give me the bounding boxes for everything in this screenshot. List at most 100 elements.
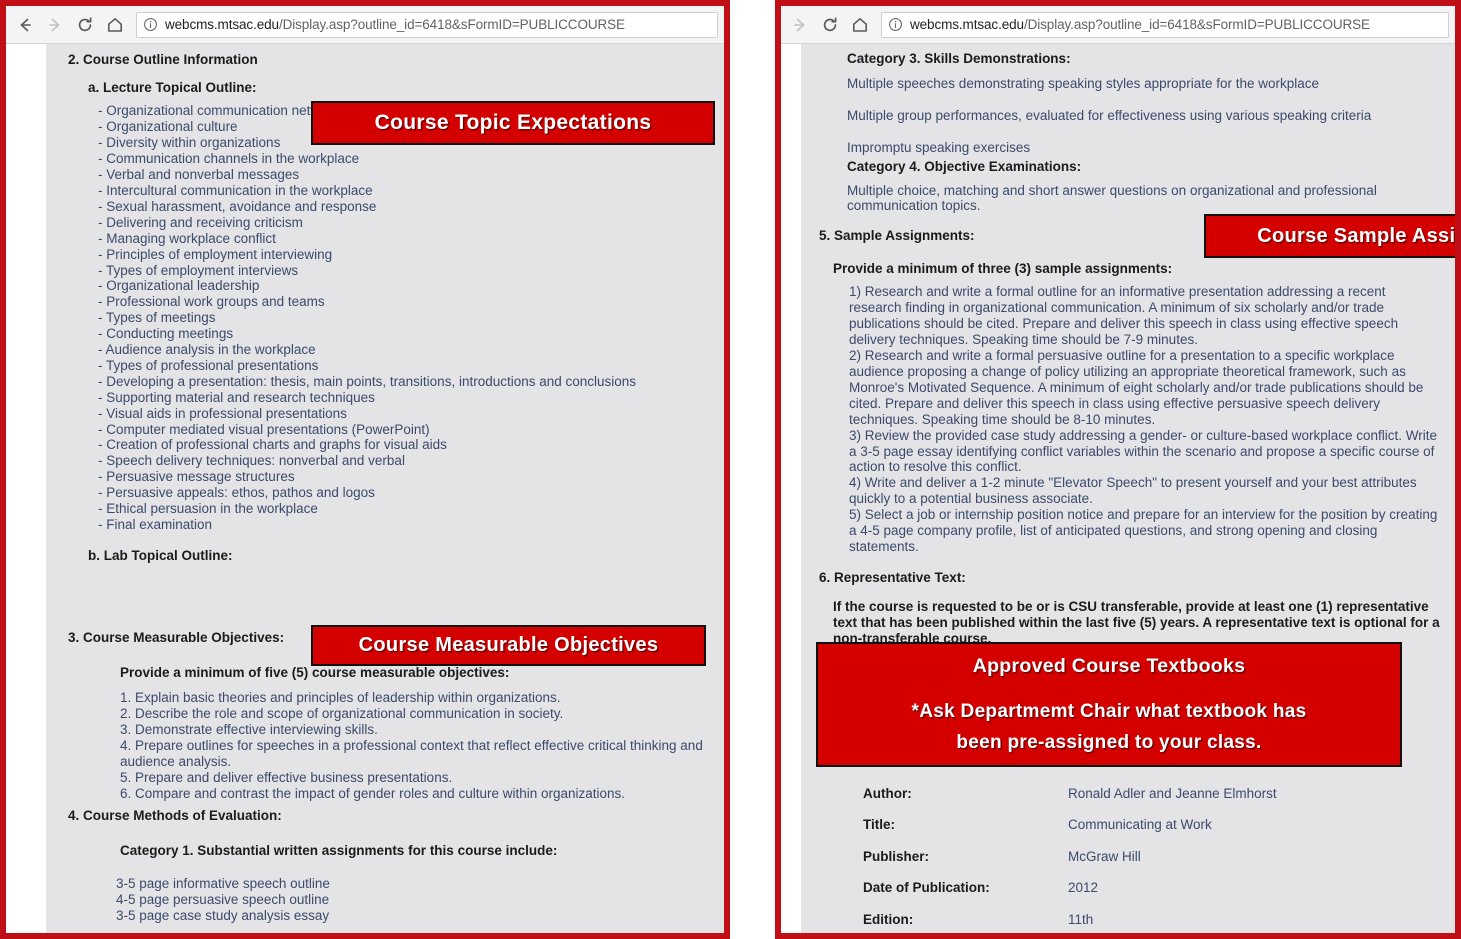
lecture-topic-item: - Persuasive appeals: ethos, pathos and … <box>98 485 375 501</box>
textbook-row: Edition: 11th <box>863 911 1277 933</box>
textbook-field-value: 11th <box>1068 912 1094 927</box>
banner-textbooks-title: Approved Course Textbooks <box>972 655 1246 678</box>
lecture-topic-item: - Developing a presentation: thesis, mai… <box>98 373 637 389</box>
lecture-topic-item: - Creation of professional charts and gr… <box>98 437 447 453</box>
section-6-note: If the course is requested to be or is C… <box>833 599 1440 646</box>
forward-icon[interactable] <box>42 12 68 38</box>
category-1-list: 3-5 page informative speech outline 4-5 p… <box>116 876 714 924</box>
textbook-row: Author: Ronald Adler and Jeanne Elmhorst <box>863 785 1277 817</box>
lecture-topic-item: - Communication channels in the workplac… <box>98 151 360 167</box>
textbook-row: Date of Publication: 2012 <box>863 879 1277 911</box>
textbook-row: Publisher: McGraw Hill <box>863 848 1277 880</box>
right-page-body: Category 3. Skills Demonstrations: Multi… <box>781 44 1455 933</box>
objective-item: 1. Explain basic theories and principles… <box>120 690 561 706</box>
sample-assignment-item: 4) Write and deliver a 1-2 minute "Eleva… <box>849 475 1417 507</box>
left-browser-window: webcms.mtsac.edu/Display.asp?outline_id=… <box>0 0 730 939</box>
samples-list: 1) Research and write a formal outline f… <box>849 284 1441 554</box>
site-info-icon[interactable] <box>888 17 903 32</box>
textbook-field-value: Ronald Adler and Jeanne Elmhorst <box>1068 785 1277 801</box>
banner-textbooks-line2: been pre-assigned to your class. <box>956 732 1262 754</box>
back-icon[interactable] <box>12 12 38 38</box>
objective-item: 6. Compare and contrast the impact of ge… <box>120 785 626 801</box>
banner-course-measurable-objectives: Course Measurable Objectives <box>311 625 706 666</box>
left-browser-toolbar: webcms.mtsac.edu/Display.asp?outline_id=… <box>6 6 724 44</box>
sample-assignment-item: 1) Research and write a formal outline f… <box>849 284 1399 348</box>
textbook-table: Author: Ronald Adler and Jeanne Elmhorst T… <box>863 785 1277 933</box>
lecture-outline-heading: a. Lecture Topical Outline: <box>88 80 257 96</box>
objective-item: 4. Prepare outlines for speeches in a pr… <box>120 737 703 769</box>
right-address-bar[interactable]: webcms.mtsac.edu/Display.asp?outline_id=… <box>881 11 1449 38</box>
right-document: Category 3. Skills Demonstrations: Multi… <box>801 44 1455 933</box>
lecture-topic-item: - Principles of employment interviewing <box>98 246 333 262</box>
textbook-field-label: Date of Publication: <box>863 880 990 896</box>
lecture-topic-item: - Sexual harassment, avoidance and respo… <box>98 198 377 214</box>
lecture-topic-item: - Ethical persuasion in the workplace <box>98 501 318 517</box>
textbook-field-value: 2012 <box>1068 880 1099 896</box>
left-address-bar[interactable]: webcms.mtsac.edu/Display.asp?outline_id=… <box>136 11 718 38</box>
home-icon[interactable] <box>102 12 128 38</box>
banner-samples-label: Course Sample Assignments <box>1257 224 1455 247</box>
category-1-heading: Category 1. Substantial written assignme… <box>120 842 558 858</box>
reload-icon[interactable] <box>72 12 98 38</box>
lecture-topic-item: - Managing workplace conflict <box>98 230 276 246</box>
category-3-item: Multiple group performances, evaluated f… <box>847 107 1372 123</box>
category-4-heading: Category 4. Objective Examinations: <box>847 158 1082 174</box>
forward-icon[interactable] <box>787 12 813 38</box>
left-page-body: 2. Course Outline Information a. Lecture… <box>6 44 724 933</box>
site-info-icon[interactable] <box>143 17 158 32</box>
section-2-heading: 2. Course Outline Information <box>68 52 258 67</box>
lecture-topic-item: - Types of meetings <box>98 310 216 326</box>
banner-approved-course-textbooks: Approved Course Textbooks *Ask Departmem… <box>816 642 1402 767</box>
category-1-item: 3-5 page informative speech outline <box>116 875 330 891</box>
screenshot-root: webcms.mtsac.edu/Display.asp?outline_id=… <box>0 0 1461 939</box>
right-browser-window: webcms.mtsac.edu/Display.asp?outline_id=… <box>775 0 1461 939</box>
lecture-topic-item: - Computer mediated visual presentations… <box>98 421 430 437</box>
objective-item: 3. Demonstrate effective interviewing sk… <box>120 722 378 738</box>
banner-textbooks-line1: *Ask Departmemt Chair what textbook has <box>911 700 1307 722</box>
objectives-list: 1. Explain basic theories and principles… <box>120 690 714 801</box>
objectives-intro: Provide a minimum of five (5) course mea… <box>120 665 510 681</box>
textbook-field-value: McGraw Hill <box>1068 848 1141 864</box>
lecture-topic-item: - Speech delivery techniques: nonverbal … <box>98 453 405 469</box>
lecture-topic-item: - Visual aids in professional presentati… <box>98 405 347 421</box>
right-window-inner: webcms.mtsac.edu/Display.asp?outline_id=… <box>781 6 1455 933</box>
banner-topics-label: Course Topic Expectations <box>374 111 652 134</box>
category-3-item: Impromptu speaking exercises <box>847 139 1031 155</box>
lecture-topic-item: - Organizational leadership <box>98 278 260 294</box>
lecture-topic-item: - Persuasive message structures <box>98 469 295 485</box>
lecture-topic-item: - Verbal and nonverbal messages <box>98 167 300 183</box>
left-document: 2. Course Outline Information a. Lecture… <box>46 44 724 933</box>
home-icon[interactable] <box>847 12 873 38</box>
sample-assignment-item: 2) Research and write a formal persuasiv… <box>849 348 1424 427</box>
sample-assignment-item: 5) Select a job or internship position n… <box>849 507 1438 554</box>
right-browser-toolbar: webcms.mtsac.edu/Display.asp?outline_id=… <box>781 6 1455 44</box>
samples-intro: Provide a minimum of three (3) sample as… <box>833 260 1173 276</box>
lecture-topic-item: - Conducting meetings <box>98 326 234 342</box>
url-path: /Display.asp?outline_id=6418&sFormID=PUB… <box>278 17 625 32</box>
lecture-topic-item: - Types of employment interviews <box>98 262 299 278</box>
textbook-row: Title: Communicating at Work <box>863 816 1277 848</box>
url-host: webcms.mtsac.edu <box>910 17 1024 32</box>
lecture-topic-item: - Final examination <box>98 517 213 532</box>
sample-assignment-item: 3) Review the provided case study addres… <box>849 427 1438 475</box>
textbook-field-label: Edition: <box>863 912 914 927</box>
lecture-topic-item: - Delivering and receiving criticism <box>98 214 303 230</box>
category-1-item: 3-5 page case study analysis essay <box>116 907 330 923</box>
lecture-topics-list: - Organizational communication networks -… <box>98 103 714 532</box>
textbook-field-label: Publisher: <box>863 848 930 864</box>
lecture-topic-item: - Audience analysis in the workplace <box>98 342 316 358</box>
banner-objectives-label: Course Measurable Objectives <box>358 634 659 656</box>
lecture-topic-item: - Supporting material and research techn… <box>98 389 375 405</box>
objective-item: 5. Prepare and deliver effective busines… <box>120 769 453 785</box>
lecture-topic-item: - Professional work groups and teams <box>98 294 325 310</box>
category-3-item: Multiple speeches demonstrating speaking… <box>847 75 1320 91</box>
left-url-text: webcms.mtsac.edu/Display.asp?outline_id=… <box>165 17 625 32</box>
reload-icon[interactable] <box>817 12 843 38</box>
objective-item: 2. Describe the role and scope of organi… <box>120 706 564 722</box>
right-url-text: webcms.mtsac.edu/Display.asp?outline_id=… <box>910 17 1370 32</box>
section-6-heading: 6. Representative Text: <box>819 569 966 585</box>
category-3-heading: Category 3. Skills Demonstrations: <box>847 51 1071 66</box>
section-4-heading: 4. Course Methods of Evaluation: <box>68 807 282 823</box>
category-4-text: Multiple choice, matching and short answ… <box>847 182 1377 214</box>
banner-course-topic-expectations: Course Topic Expectations <box>311 101 715 145</box>
